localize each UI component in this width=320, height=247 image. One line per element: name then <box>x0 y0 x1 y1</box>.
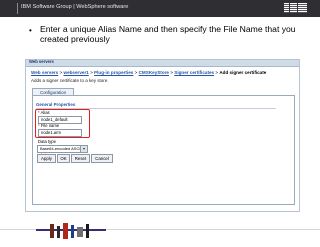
header-text: IBM Software Group | WebSphere software <box>21 4 129 10</box>
footer-graphic <box>36 223 106 239</box>
cancel-button[interactable]: Cancel <box>91 154 113 163</box>
ibm-logo <box>284 3 307 13</box>
breadcrumb-plugin-properties[interactable]: Plug-in properties <box>94 70 133 75</box>
header-divider <box>17 3 18 14</box>
window-titlebar: Web servers <box>26 59 299 67</box>
breadcrumb-webserver1[interactable]: webserver1 <box>64 70 89 75</box>
breadcrumb-web-servers[interactable]: Web servers <box>31 70 58 75</box>
data-type-label: Data type <box>38 139 56 144</box>
data-type-select[interactable]: Base64-encoded ASCII data ▾ <box>37 145 88 157</box>
breadcrumb-cmskeystore[interactable]: CMSKeyStore <box>139 70 169 75</box>
page-description: Adds a signer certificate to a key store… <box>31 78 109 83</box>
window-title: Web servers <box>29 59 54 64</box>
console-screenshot: Web servers Web servers > webserver1 > P… <box>25 59 300 212</box>
bullet-text: Enter a unique Alias Name and then speci… <box>40 24 296 44</box>
bullet-icon: • <box>29 26 32 35</box>
breadcrumb-signer-certificates[interactable]: Signer certificates <box>174 70 214 75</box>
chevron-down-icon[interactable]: ▾ <box>80 146 87 152</box>
section-title: General Properties <box>36 102 76 107</box>
slide-header: IBM Software Group | WebSphere software <box>0 0 320 17</box>
breadcrumb-current: Add signer certificate <box>219 70 267 75</box>
reset-button[interactable]: Reset <box>71 154 90 163</box>
breadcrumb: Web servers > webserver1 > Plug-in prope… <box>31 70 267 75</box>
highlight-box <box>35 109 90 138</box>
apply-button[interactable]: Apply <box>37 154 56 163</box>
ok-button[interactable]: OK <box>57 154 70 163</box>
